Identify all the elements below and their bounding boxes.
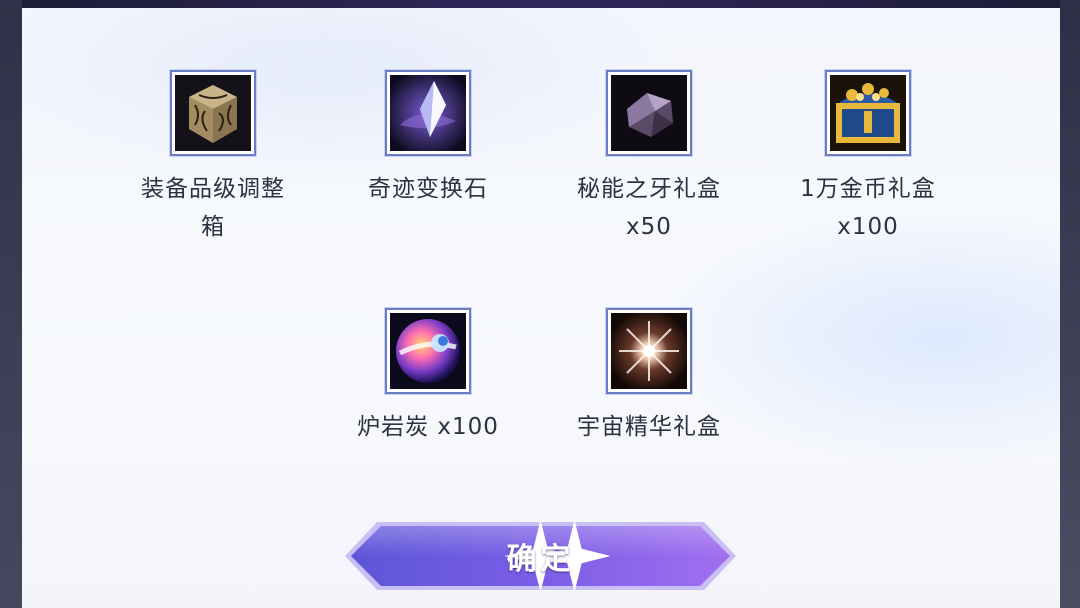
reward-item[interactable]: 秘能之牙礼盒 x50 — [559, 70, 739, 246]
reward-name: 宇宙精华礼盒 — [577, 414, 721, 440]
reward-name: 装备品级调整 — [141, 176, 285, 202]
reward-icon-frame — [606, 308, 692, 394]
confirm-button-label: 确定 — [506, 542, 575, 577]
reward-item[interactable]: 宇宙精华礼盒 — [559, 308, 739, 446]
reward-name-line2: 箱 — [201, 214, 225, 240]
equipment-box-icon — [175, 75, 251, 151]
reward-item[interactable]: 炉岩炭 x100 — [338, 308, 518, 446]
reward-item[interactable]: 装备品级调整 箱 — [123, 70, 303, 246]
lava-orb-icon — [390, 313, 466, 389]
reward-icon-frame — [170, 70, 256, 156]
fang-gift-box-icon — [611, 75, 687, 151]
confirm-button[interactable]: 确定 — [343, 520, 738, 592]
reward-dialog-panel: 装备品级调整 箱 奇迹变换石 秘能之牙礼盒 x50 1万金币礼盒 x100 炉岩… — [22, 8, 1060, 608]
window-left-edge — [0, 0, 22, 608]
reward-name: 1万金币礼盒 — [800, 176, 936, 202]
reward-name: 秘能之牙礼盒 — [577, 176, 721, 202]
reward-item[interactable]: 1万金币礼盒 x100 — [778, 70, 958, 246]
reward-quantity: x50 — [626, 214, 672, 240]
reward-name: 奇迹变换石 — [368, 176, 488, 202]
reward-icon-frame — [606, 70, 692, 156]
reward-icon-frame — [385, 308, 471, 394]
reward-item[interactable]: 奇迹变换石 — [338, 70, 518, 208]
window-right-edge — [1060, 0, 1080, 608]
reward-icon-frame — [825, 70, 911, 156]
reward-name: 炉岩炭 x100 — [357, 414, 499, 440]
miracle-crystal-icon — [390, 75, 466, 151]
reward-quantity: x100 — [837, 214, 899, 240]
gold-chest-icon — [830, 75, 906, 151]
reward-icon-frame — [385, 70, 471, 156]
cosmic-essence-icon — [611, 313, 687, 389]
